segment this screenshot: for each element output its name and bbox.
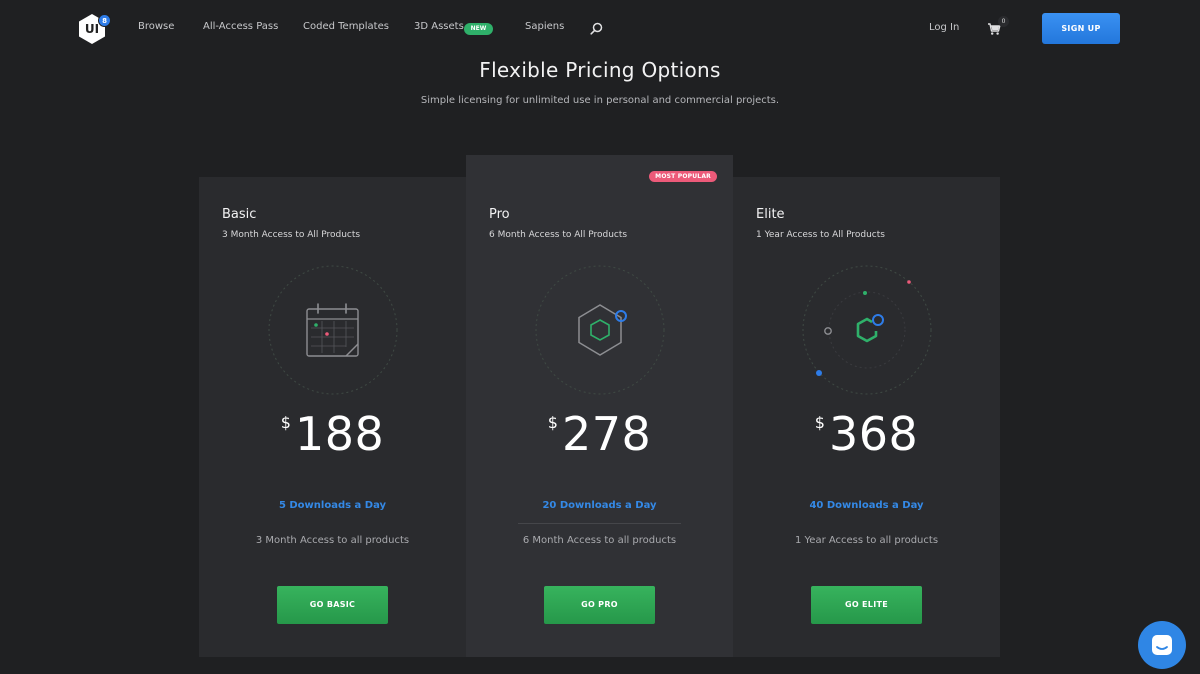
nav-browse[interactable]: Browse — [138, 21, 174, 32]
logo[interactable]: UI 8 — [77, 13, 111, 45]
nav-coded-templates[interactable]: Coded Templates — [303, 21, 389, 32]
price: $278 — [466, 409, 733, 459]
page-subtitle: Simple licensing for unlimited use in pe… — [420, 95, 780, 106]
search-icon[interactable] — [590, 22, 603, 35]
plan-name: Basic — [222, 207, 257, 222]
price-currency: $ — [814, 413, 825, 432]
plan-name: Elite — [756, 207, 785, 222]
plan-description: 6 Month Access to All Products — [489, 230, 628, 240]
chat-icon — [1152, 635, 1172, 655]
top-nav: UI 8 Browse All-Access Pass Coded Templa… — [0, 0, 1200, 58]
price-amount: 368 — [828, 407, 919, 461]
price: $188 — [199, 409, 466, 459]
chat-button[interactable] — [1138, 621, 1186, 669]
downloads-link[interactable]: 20 Downloads a Day — [466, 500, 733, 511]
cart-count-badge: 0 — [998, 16, 1009, 27]
hexagon-orbit-icon — [802, 265, 932, 395]
price-amount: 188 — [294, 407, 385, 461]
go-pro-button[interactable]: GO PRO — [544, 586, 655, 624]
plan-description: 1 Year Access to All Products — [756, 230, 885, 240]
hexagon-icon — [535, 265, 665, 395]
price-amount: 278 — [561, 407, 652, 461]
access-text: 3 Month Access to all products — [255, 535, 410, 546]
most-popular-badge: MOST POPULAR — [649, 171, 717, 182]
access-text: 1 Year Access to all products — [794, 535, 939, 546]
signup-button[interactable]: SIGN UP — [1042, 13, 1120, 44]
go-elite-button[interactable]: GO ELITE — [811, 586, 922, 624]
pricing-card-basic: Basic 3 Month Access to All Products $18… — [199, 177, 466, 657]
price: $368 — [733, 409, 1000, 459]
nav-all-access-pass[interactable]: All-Access Pass — [203, 21, 278, 32]
downloads-link[interactable]: 40 Downloads a Day — [733, 500, 1000, 511]
new-badge: NEW — [464, 23, 493, 35]
divider — [518, 523, 681, 524]
pricing-card-pro: MOST POPULAR Pro 6 Month Access to All P… — [466, 155, 733, 657]
pricing-card-elite: Elite 1 Year Access to All Products $368… — [733, 177, 1000, 657]
price-currency: $ — [547, 413, 558, 432]
access-text: 6 Month Access to all products — [522, 535, 677, 546]
calendar-icon — [268, 265, 398, 395]
login-link[interactable]: Log In — [929, 22, 959, 33]
plan-name: Pro — [489, 207, 510, 222]
go-basic-button[interactable]: GO BASIC — [277, 586, 388, 624]
nav-sapiens[interactable]: Sapiens — [525, 21, 564, 32]
plan-description: 3 Month Access to All Products — [222, 230, 361, 240]
logo-badge: 8 — [98, 14, 111, 27]
price-currency: $ — [280, 413, 291, 432]
downloads-link[interactable]: 5 Downloads a Day — [199, 500, 466, 511]
nav-3d-assets[interactable]: 3D Assets — [414, 21, 464, 32]
page-title: Flexible Pricing Options — [479, 58, 721, 82]
